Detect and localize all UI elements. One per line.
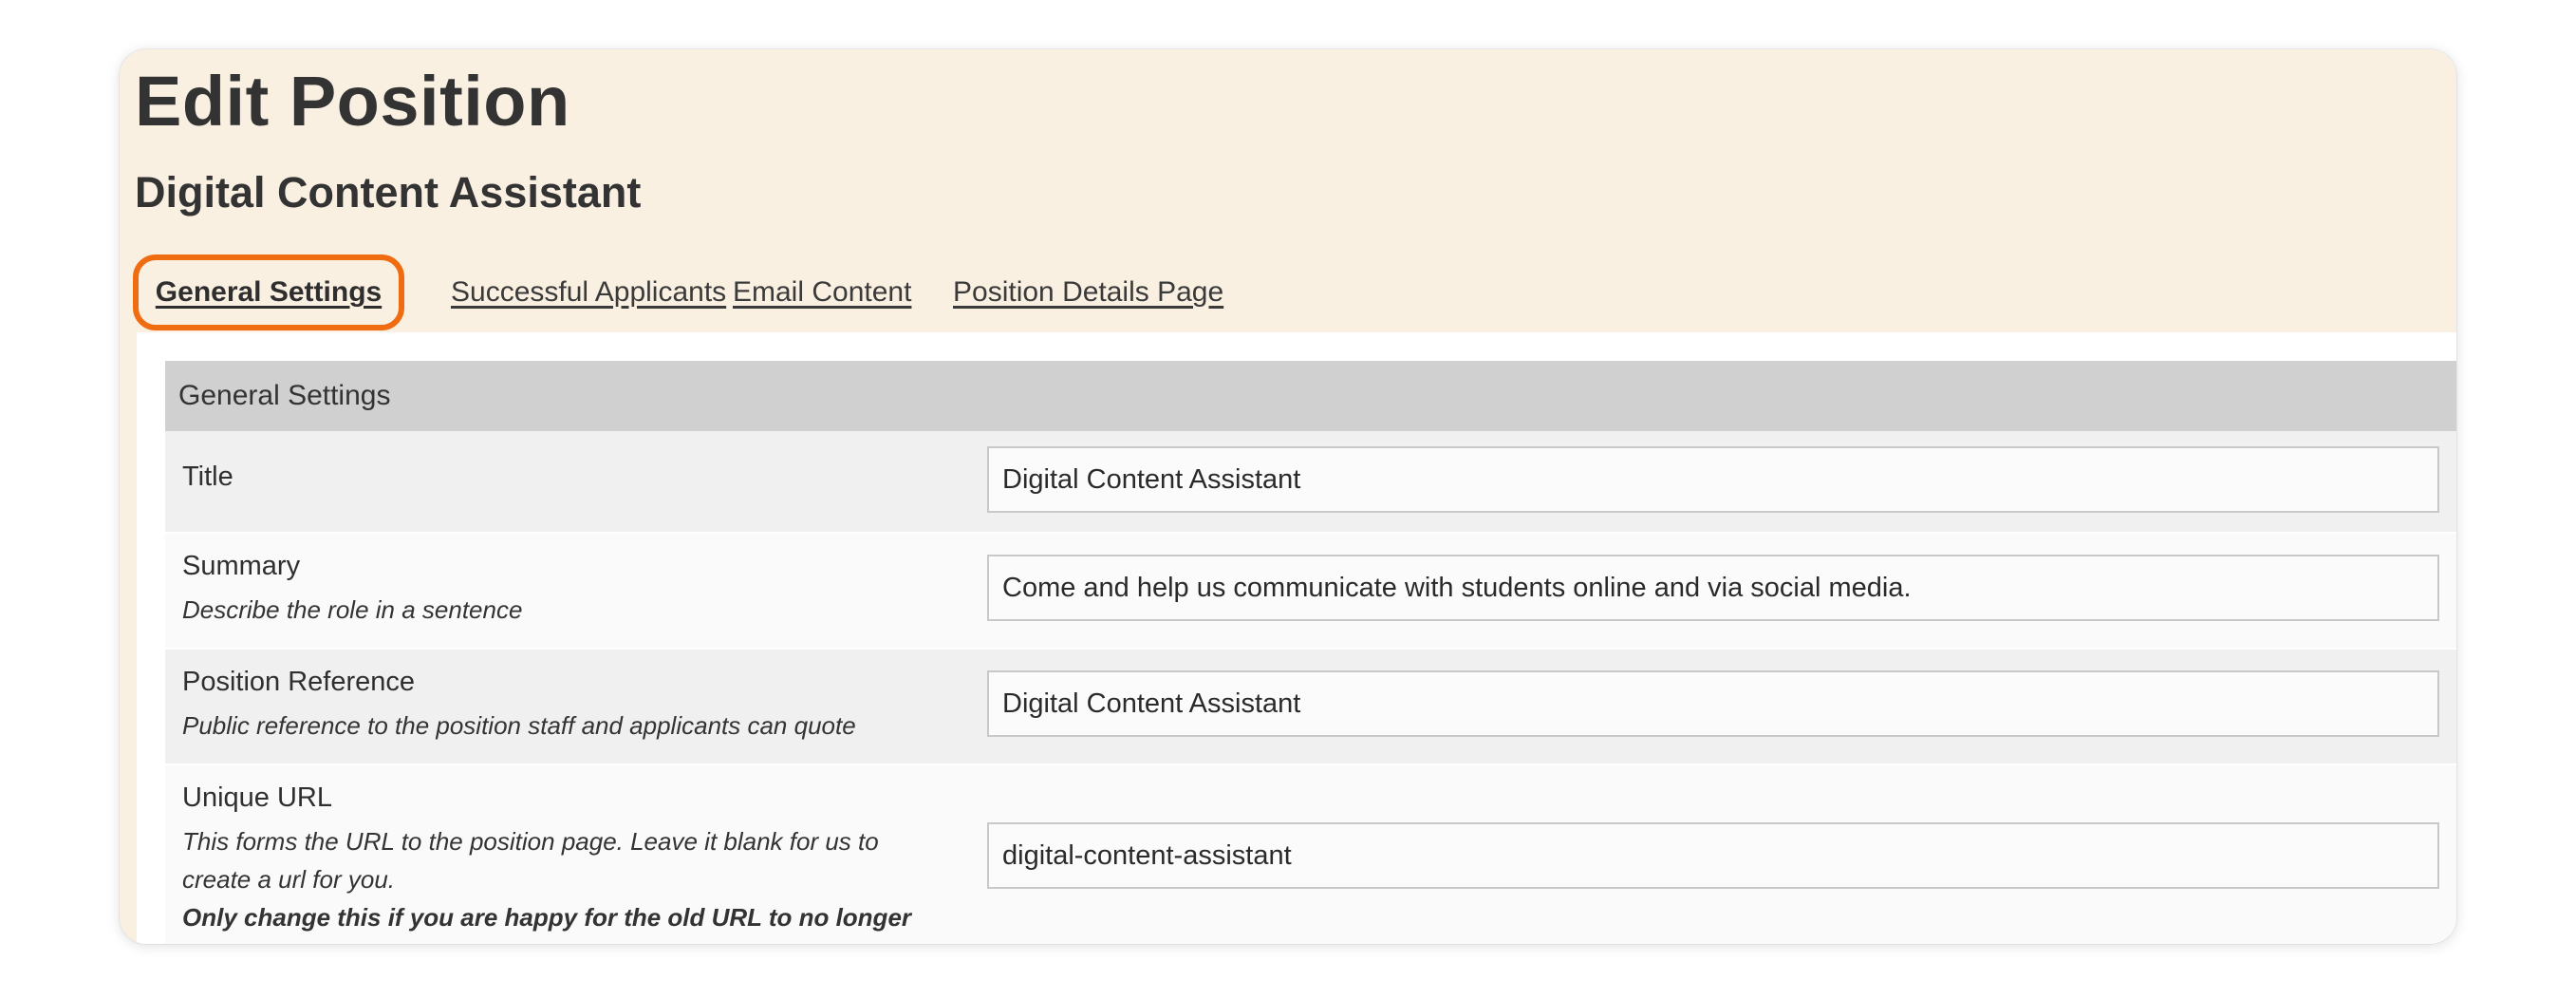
label-column: Position Reference Public reference to t… <box>182 667 970 745</box>
position-name-heading: Digital Content Assistant <box>135 168 642 217</box>
field-help-unique-url-line1: This forms the URL to the position page.… <box>182 827 879 856</box>
tab-successful-applicants[interactable]: Successful Applicants <box>451 254 726 330</box>
label-column: Title <box>182 462 970 493</box>
tab-bar: General Settings Successful Applicants E… <box>133 254 2456 330</box>
field-help-unique-url-line2: create a url for you. <box>182 865 395 894</box>
form-row-position-reference: Position Reference Public reference to t… <box>165 650 2456 765</box>
field-label-summary: Summary <box>182 551 301 581</box>
general-settings-section: General Settings Title Summary Describe … <box>165 361 2456 944</box>
form-row-summary: Summary Describe the role in a sentence <box>165 534 2456 650</box>
field-help-position-reference: Public reference to the position staff a… <box>182 711 856 740</box>
position-reference-input[interactable] <box>987 670 2439 737</box>
label-column: Summary Describe the role in a sentence <box>182 551 970 629</box>
field-warning-unique-url: Only change this if you are happy for th… <box>182 903 912 944</box>
label-column: Unique URL This forms the URL to the pos… <box>182 782 970 944</box>
edit-position-card: Edit Position Digital Content Assistant … <box>120 49 2456 944</box>
tab-panel: General Settings Title Summary Describe … <box>137 332 2456 944</box>
tab-email-content[interactable]: Email Content <box>733 254 911 330</box>
tab-general-settings[interactable]: General Settings <box>133 254 404 330</box>
title-input[interactable] <box>987 446 2439 513</box>
unique-url-input[interactable] <box>987 822 2439 889</box>
summary-input[interactable] <box>987 555 2439 621</box>
field-help-summary: Describe the role in a sentence <box>182 595 523 624</box>
field-label-title: Title <box>182 462 233 492</box>
form-row-title: Title <box>165 431 2456 534</box>
form-row-unique-url: Unique URL This forms the URL to the pos… <box>165 765 2456 944</box>
tab-position-details-page[interactable]: Position Details Page <box>953 254 1223 330</box>
page-title: Edit Position <box>135 62 570 141</box>
section-header: General Settings <box>165 361 2456 431</box>
field-label-position-reference: Position Reference <box>182 667 416 697</box>
field-label-unique-url: Unique URL <box>182 782 332 813</box>
